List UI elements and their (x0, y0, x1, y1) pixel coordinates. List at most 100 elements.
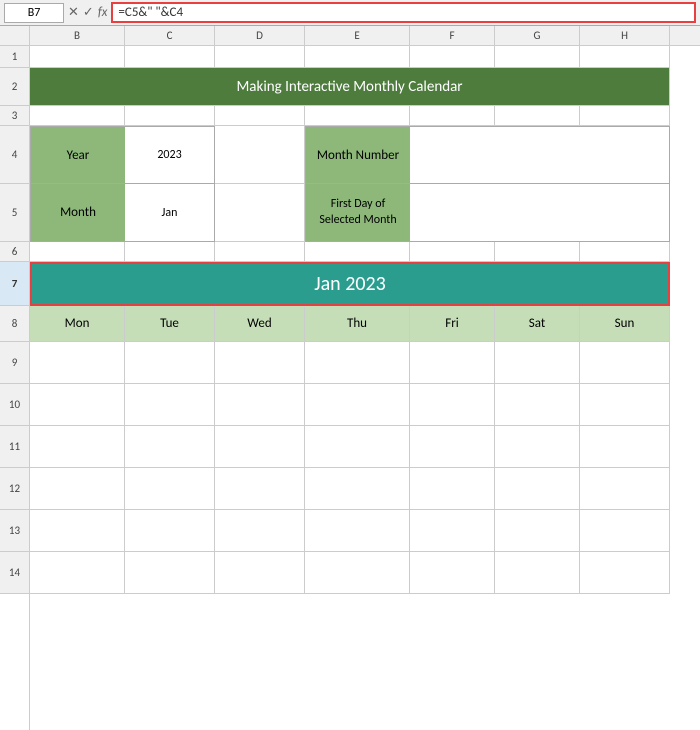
row-header-3: 3 (0, 106, 29, 126)
cell-g6[interactable] (495, 242, 580, 262)
cell-e10[interactable] (305, 384, 410, 426)
cell-f13[interactable] (410, 510, 495, 552)
cell-g10[interactable] (495, 384, 580, 426)
cell-g9[interactable] (495, 342, 580, 384)
cell-d14[interactable] (215, 552, 305, 594)
fx-icon[interactable]: fx (98, 5, 108, 20)
row-header-9: 9 (0, 342, 29, 384)
month-label-cell: Month (30, 184, 125, 242)
confirm-icon[interactable]: ✓ (83, 5, 94, 20)
cell-f14[interactable] (410, 552, 495, 594)
month-value-cell[interactable]: Jan (125, 184, 215, 242)
cell-d4[interactable] (215, 126, 305, 184)
cell-h10[interactable] (580, 384, 670, 426)
cell-b9[interactable] (30, 342, 125, 384)
col-header-b: B (30, 26, 125, 45)
cell-g11[interactable] (495, 426, 580, 468)
row-header-6: 6 (0, 242, 29, 262)
cell-h6[interactable] (580, 242, 670, 262)
cell-e1[interactable] (305, 46, 410, 68)
cell-g14[interactable] (495, 552, 580, 594)
cell-b13[interactable] (30, 510, 125, 552)
cell-d13[interactable] (215, 510, 305, 552)
cell-g1[interactable] (495, 46, 580, 68)
month-number-label-cell: Month Number (305, 126, 410, 184)
cell-e3[interactable] (305, 106, 410, 126)
column-headers: B C D E F G H (0, 26, 700, 46)
row-header-7: 7 (0, 262, 29, 306)
cell-f10[interactable] (410, 384, 495, 426)
cell-g13[interactable] (495, 510, 580, 552)
calendar-header-cell: Jan 2023 (30, 262, 670, 306)
cell-b6[interactable] (30, 242, 125, 262)
cell-c9[interactable] (125, 342, 215, 384)
row-3 (30, 106, 700, 126)
cell-h14[interactable] (580, 552, 670, 594)
cell-e14[interactable] (305, 552, 410, 594)
cell-e9[interactable] (305, 342, 410, 384)
year-label-cell: Year (30, 126, 125, 184)
cell-c3[interactable] (125, 106, 215, 126)
cell-b14[interactable] (30, 552, 125, 594)
cell-f3[interactable] (410, 106, 495, 126)
cell-d1[interactable] (215, 46, 305, 68)
formula-input[interactable]: =C5&" "&C4 (111, 2, 696, 23)
cell-c11[interactable] (125, 426, 215, 468)
spreadsheet: B7 ✕ ✓ fx =C5&" "&C4 B C D E F G H 1 2 3… (0, 0, 700, 730)
col-header-h: H (580, 26, 670, 45)
cell-b12[interactable] (30, 468, 125, 510)
row-header-1: 1 (0, 46, 29, 68)
first-day-label-cell: First Day of Selected Month (305, 184, 410, 242)
cell-h13[interactable] (580, 510, 670, 552)
cell-h12[interactable] (580, 468, 670, 510)
cell-b1[interactable] (30, 46, 125, 68)
cell-e6[interactable] (305, 242, 410, 262)
cell-d9[interactable] (215, 342, 305, 384)
calendar-header-text: Jan 2023 (314, 272, 386, 296)
cell-c12[interactable] (125, 468, 215, 510)
month-number-value-cell[interactable] (410, 126, 670, 184)
first-day-value-cell[interactable] (410, 184, 670, 242)
cell-g3[interactable] (495, 106, 580, 126)
cell-c10[interactable] (125, 384, 215, 426)
cell-f11[interactable] (410, 426, 495, 468)
year-value-cell[interactable]: 2023 (125, 126, 215, 184)
cell-e12[interactable] (305, 468, 410, 510)
cell-c13[interactable] (125, 510, 215, 552)
cell-f12[interactable] (410, 468, 495, 510)
cancel-icon[interactable]: ✕ (68, 5, 79, 20)
cell-f6[interactable] (410, 242, 495, 262)
cell-e11[interactable] (305, 426, 410, 468)
cell-d12[interactable] (215, 468, 305, 510)
cell-c14[interactable] (125, 552, 215, 594)
cell-d10[interactable] (215, 384, 305, 426)
cell-d5[interactable] (215, 184, 305, 242)
cell-d11[interactable] (215, 426, 305, 468)
month-value: Jan (162, 206, 178, 220)
row-header-10: 10 (0, 384, 29, 426)
row-1 (30, 46, 700, 68)
cell-b3[interactable] (30, 106, 125, 126)
cell-b11[interactable] (30, 426, 125, 468)
cell-e13[interactable] (305, 510, 410, 552)
row-header-2: 2 (0, 68, 29, 106)
cell-g12[interactable] (495, 468, 580, 510)
col-header-d: D (215, 26, 305, 45)
cell-d3[interactable] (215, 106, 305, 126)
day-wed: Wed (215, 306, 305, 342)
cell-h3[interactable] (580, 106, 670, 126)
title-cell: Making Interactive Monthly Calendar (30, 68, 670, 106)
cell-h1[interactable] (580, 46, 670, 68)
cell-c6[interactable] (125, 242, 215, 262)
cell-c1[interactable] (125, 46, 215, 68)
cell-h9[interactable] (580, 342, 670, 384)
cell-reference[interactable]: B7 (4, 3, 64, 23)
row-11 (30, 426, 700, 468)
row-header-13: 13 (0, 510, 29, 552)
cell-b10[interactable] (30, 384, 125, 426)
cell-d6[interactable] (215, 242, 305, 262)
month-number-label: Month Number (317, 148, 399, 163)
cell-f1[interactable] (410, 46, 495, 68)
cell-f9[interactable] (410, 342, 495, 384)
cell-h11[interactable] (580, 426, 670, 468)
